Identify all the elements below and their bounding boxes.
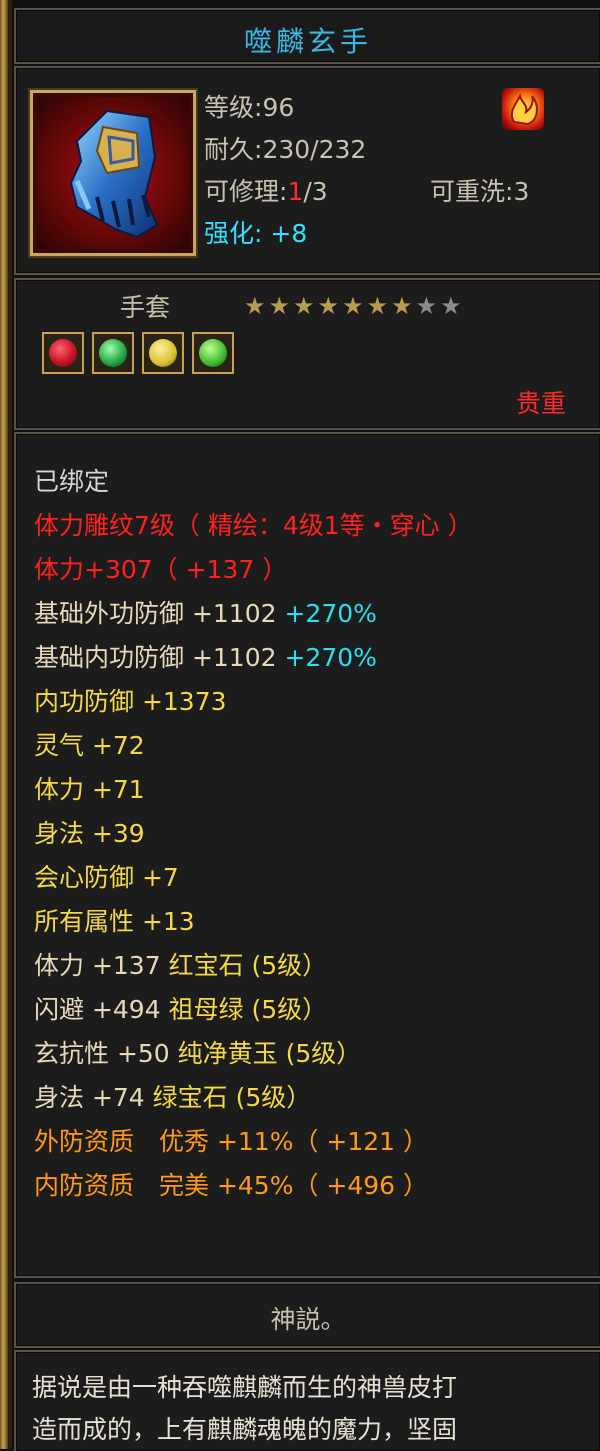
- gem-stat-1: 体力 +137 红宝石 (5级）: [34, 946, 327, 982]
- gem-stat-name: 绿宝石 (5级）: [152, 1083, 312, 1112]
- int-quality-stat: 内防资质 完美 +45%（ +496 ）: [34, 1171, 429, 1200]
- star-empty-icon: ★: [415, 292, 441, 320]
- gem-slot-emerald[interactable]: [92, 332, 134, 374]
- repair-row: 可修理:1/3: [204, 172, 328, 208]
- ext-quality-stat: 外防资质 优秀 +11%（ +121 ）: [34, 1127, 429, 1156]
- enhance-value: +8: [270, 219, 308, 248]
- enhance-row: 强化: +8: [204, 214, 307, 250]
- star-icon: ★: [268, 292, 294, 320]
- item-icon-frame: [30, 90, 196, 256]
- left-frame-border: [0, 0, 8, 1449]
- gem-stat-value: 体力 +137: [34, 951, 161, 980]
- item-type-panel: 手套 ★★★★★★★★★ 贵重: [14, 278, 600, 430]
- inner-def-stat: 内功防御 +1373: [34, 687, 227, 716]
- item-icon-background: [37, 97, 189, 249]
- reset-row: 可重洗:3: [430, 172, 529, 208]
- star-icon: ★: [293, 292, 318, 320]
- glove-icon: [69, 109, 159, 239]
- left-frame-shadow: [8, 0, 12, 1449]
- level-value: 96: [262, 93, 295, 122]
- durability-value: 230/232: [262, 135, 367, 164]
- agility-stat: 身法 +39: [34, 819, 145, 848]
- item-type: 手套: [120, 293, 171, 322]
- repair-current: 1: [287, 177, 304, 206]
- gem-stat-value: 玄抗性 +50: [34, 1039, 170, 1068]
- all-attr-stat: 所有属性 +13: [34, 907, 195, 936]
- stamina-stat: 体力 +71: [34, 775, 145, 804]
- star-rating: ★★★★★★★★★: [244, 292, 465, 320]
- gem-slot-green[interactable]: [192, 332, 234, 374]
- rarity-label: 贵重: [516, 389, 567, 418]
- repair-label: 可修理:: [204, 177, 288, 206]
- durability-label: 耐久:: [204, 135, 263, 164]
- ext-def-pct: +270%: [284, 599, 377, 628]
- gem-stat-name: 红宝石 (5级）: [168, 951, 328, 980]
- item-tooltip: 噬麟玄手 等级:96 耐久:230/232 可修理:1/3 可重洗:3 强化: …: [0, 0, 600, 1451]
- level-row: 等级:96: [204, 88, 294, 124]
- gem-stat-3: 玄抗性 +50 纯净黄玉 (5级）: [34, 1034, 361, 1070]
- star-icon: ★: [391, 292, 416, 320]
- gem-stat-4: 身法 +74 绿宝石 (5级）: [34, 1078, 311, 1114]
- reset-label: 可重洗:: [430, 177, 514, 206]
- gem-stat-2: 闪避 +494 祖母绿 (5级）: [34, 990, 327, 1026]
- emerald-icon: [99, 339, 127, 367]
- lore-line: 据说是由一种吞噬麒麟而生的神兽皮打: [32, 1373, 458, 1402]
- topaz-icon: [149, 339, 177, 367]
- level-label: 等级:: [204, 93, 263, 122]
- gem-stat-name: 纯净黄玉 (5级）: [177, 1039, 362, 1068]
- lore-panel: 据说是由一种吞噬麒麟而生的神兽皮打 造而成的，上有麒麟魂魄的魔力，坚固: [14, 1350, 600, 1451]
- gem-slot-topaz[interactable]: [142, 332, 184, 374]
- star-icon: ★: [317, 292, 343, 320]
- crit-def-stat: 会心防御 +7: [34, 863, 179, 892]
- ext-def-stat: 基础外功防御 +1102 +270%: [34, 594, 377, 630]
- bound-status: 已绑定: [34, 467, 110, 496]
- fire-element-icon: [502, 88, 544, 130]
- int-def-stat: 基础内功防御 +1102 +270%: [34, 638, 377, 674]
- item-title: 噬麟玄手: [243, 25, 372, 58]
- enhance-label: 强化:: [204, 219, 263, 248]
- gem-stat-value: 闪避 +494: [34, 995, 161, 1024]
- spirit-stat: 灵气 +72: [34, 731, 145, 760]
- int-def-label: 基础内功防御 +1102: [34, 643, 277, 672]
- lore-line: 造而成的，上有麒麟魂魄的魔力，坚固: [32, 1415, 458, 1444]
- title-bar: 噬麟玄手: [14, 8, 600, 64]
- repair-total: /3: [303, 177, 328, 206]
- stamina-base-stat: 体力+307（ +137 ）: [34, 555, 288, 584]
- star-icon: ★: [244, 292, 269, 320]
- engrave-stat: 体力雕纹7级（ 精绘：4级1等・穿心 ）: [34, 511, 473, 540]
- star-icon: ★: [366, 292, 392, 320]
- lore-title-bar: 神説。: [14, 1282, 600, 1348]
- reset-value: 3: [513, 177, 530, 206]
- star-empty-icon: ★: [440, 292, 465, 320]
- gem-stat-name: 祖母绿 (5级）: [168, 995, 328, 1024]
- ext-def-label: 基础外功防御 +1102: [34, 599, 277, 628]
- item-info-panel: 等级:96 耐久:230/232 可修理:1/3 可重洗:3 强化: +8: [14, 66, 600, 275]
- int-def-pct: +270%: [284, 643, 377, 672]
- gem-stat-value: 身法 +74: [34, 1083, 145, 1112]
- ruby-icon: [49, 339, 77, 367]
- green-gem-icon: [199, 339, 227, 367]
- gem-slot-ruby[interactable]: [42, 332, 84, 374]
- item-stats-panel: 已绑定 体力雕纹7级（ 精绘：4级1等・穿心 ） 体力+307（ +137 ） …: [14, 432, 600, 1278]
- star-icon: ★: [342, 292, 367, 320]
- lore-title: 神説。: [270, 1305, 346, 1334]
- durability-row: 耐久:230/232: [204, 130, 366, 166]
